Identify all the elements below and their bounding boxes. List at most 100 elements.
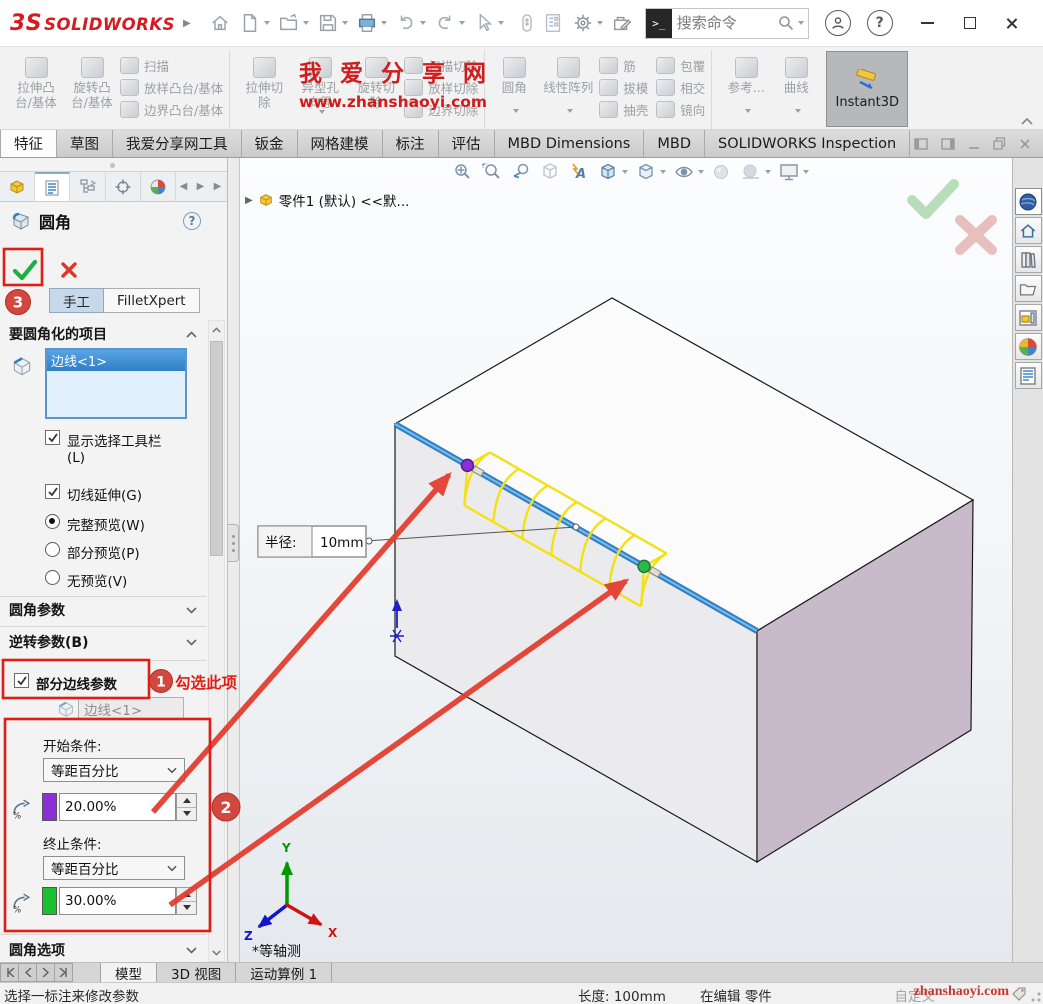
- save-dropdown-caret[interactable]: [342, 21, 348, 25]
- panel-width-splitter[interactable]: [0, 158, 227, 172]
- view-orientation-button[interactable]: [597, 161, 628, 183]
- checkbox-checked-icon[interactable]: [45, 484, 60, 499]
- selected-edge-item[interactable]: 边线<1>: [47, 350, 185, 371]
- items-to-fillet-header[interactable]: 要圆角化的项目: [0, 322, 206, 346]
- view-orientation-caret[interactable]: [622, 170, 628, 174]
- model-scene[interactable]: 半径: 10mm Y Z X *等轴测: [240, 158, 1012, 962]
- undo-button[interactable]: [393, 10, 428, 36]
- zoom-fit-button[interactable]: [452, 161, 474, 183]
- ribbon-collapse-button[interactable]: [1021, 117, 1033, 125]
- end-percent-marker[interactable]: [638, 560, 650, 572]
- toolbox-button[interactable]: [609, 10, 635, 36]
- cancel-button[interactable]: [60, 261, 78, 279]
- reference-caret[interactable]: [745, 109, 751, 113]
- panel-scrollbar[interactable]: [208, 320, 225, 962]
- close-button[interactable]: [991, 2, 1033, 44]
- hole-wizard-caret[interactable]: [319, 110, 325, 114]
- spinner-down-icon[interactable]: [177, 902, 196, 915]
- fillet-caret[interactable]: [513, 109, 519, 113]
- shell-button[interactable]: 抽壳: [599, 100, 648, 119]
- redo-dropdown-caret[interactable]: [459, 21, 465, 25]
- options-button[interactable]: [570, 10, 605, 36]
- linear-pattern-caret[interactable]: [567, 109, 573, 113]
- sweep-cut-button[interactable]: 扫描切除: [404, 56, 478, 75]
- confirm-ok-icon[interactable]: [912, 184, 954, 214]
- pane-close-icon[interactable]: [1019, 138, 1031, 150]
- linear-pattern-button[interactable]: 线性阵列: [537, 51, 599, 113]
- hide-show-items-button[interactable]: [673, 161, 704, 183]
- curves-button[interactable]: 曲线: [774, 51, 818, 113]
- rib-button[interactable]: 筋: [599, 56, 648, 75]
- resize-grip[interactable]: [1031, 992, 1041, 1002]
- home-button[interactable]: [207, 10, 233, 36]
- feature-tree-flyout[interactable]: ▶ 零件1 (默认) <<默...: [245, 190, 409, 210]
- search-icon[interactable]: [777, 14, 795, 32]
- curves-caret[interactable]: [795, 109, 801, 113]
- hole-wizard-button[interactable]: 异型孔 向导: [292, 51, 348, 114]
- fillet-items-listbox[interactable]: 边线<1>: [45, 348, 187, 419]
- home-tab[interactable]: [1015, 217, 1042, 244]
- panel-viewport-splitter[interactable]: [228, 158, 240, 962]
- radio-icon[interactable]: [45, 542, 60, 557]
- part-name-label[interactable]: 零件1 (默认) <<默...: [279, 190, 410, 210]
- display-style-button[interactable]: [635, 161, 666, 183]
- save-button[interactable]: [315, 10, 350, 36]
- checkbox-checked-icon[interactable]: [14, 673, 29, 688]
- file-explorer-tab[interactable]: [1015, 275, 1042, 302]
- partial-preview-option[interactable]: 部分预览(P): [45, 542, 140, 562]
- expand-chevron-icon[interactable]: [186, 607, 197, 614]
- dock-right-icon[interactable]: [941, 138, 955, 150]
- checkbox-checked-icon[interactable]: [45, 430, 60, 445]
- intersect-button[interactable]: 相交: [656, 78, 705, 97]
- mouse-gestures-button[interactable]: [518, 10, 536, 36]
- property-tab-builder-button[interactable]: [540, 10, 566, 36]
- new-document-button[interactable]: [237, 10, 272, 36]
- reference-geometry-button[interactable]: 参考...: [718, 51, 774, 113]
- scrollbar-thumb[interactable]: [210, 341, 223, 556]
- dock-left-icon[interactable]: [914, 138, 928, 150]
- spinner-down-icon[interactable]: [177, 808, 196, 821]
- print-dropdown-caret[interactable]: [381, 21, 387, 25]
- help-icon[interactable]: ?: [183, 212, 201, 230]
- model-tab[interactable]: 模型: [100, 963, 157, 982]
- tab-scroll-first[interactable]: [0, 963, 19, 982]
- view-settings-caret[interactable]: [803, 170, 809, 174]
- mirror-button[interactable]: 镜向: [656, 100, 705, 119]
- resources-tab[interactable]: [1015, 188, 1042, 215]
- search-dropdown-caret[interactable]: [798, 21, 804, 25]
- tab-mbd-dimensions[interactable]: MBD Dimensions: [495, 130, 645, 157]
- tab-markup[interactable]: 标注: [383, 130, 439, 157]
- start-percent-input[interactable]: [59, 793, 176, 821]
- zoom-area-button[interactable]: [481, 161, 503, 183]
- fillet-options-header[interactable]: 圆角选项: [0, 938, 206, 962]
- tab-mbd[interactable]: MBD: [644, 130, 705, 157]
- minimize-button[interactable]: [907, 2, 949, 44]
- model-box[interactable]: [395, 298, 973, 862]
- end-condition-dropdown[interactable]: 等距百分比: [43, 856, 185, 880]
- pm-tabs-overflow[interactable]: ▶: [210, 181, 225, 192]
- display-style-caret[interactable]: [660, 170, 666, 174]
- view-settings-button[interactable]: [778, 161, 809, 183]
- full-preview-option[interactable]: 完整预览(W): [45, 514, 145, 534]
- tangent-propagation-option[interactable]: 切线延伸(G): [45, 484, 142, 504]
- filletxpert-mode-tab[interactable]: FilletXpert: [104, 288, 200, 313]
- edit-appearance-button[interactable]: [711, 161, 733, 183]
- pm-tabs-scroll-left[interactable]: ◀: [176, 181, 191, 192]
- pane-restore-icon[interactable]: [993, 137, 1006, 150]
- start-condition-dropdown[interactable]: 等距百分比: [43, 758, 185, 782]
- show-selection-toolbar-option[interactable]: 显示选择工具栏 (L): [45, 430, 162, 466]
- logo-flyout-arrow[interactable]: ▶: [183, 18, 191, 29]
- print-button[interactable]: [354, 10, 389, 36]
- open-button[interactable]: [276, 10, 311, 36]
- splitter-grip[interactable]: [228, 524, 239, 562]
- view-palette-tab[interactable]: [1015, 304, 1042, 331]
- radio-selected-icon[interactable]: [45, 514, 60, 529]
- spinner-up-icon[interactable]: [177, 794, 196, 808]
- boundary-button[interactable]: 边界凸台/基体: [120, 100, 223, 119]
- boundary-cut-button[interactable]: 边界切除: [404, 100, 478, 119]
- radius-value[interactable]: 10mm: [320, 535, 363, 551]
- select-button[interactable]: [471, 10, 506, 36]
- redo-button[interactable]: [432, 10, 467, 36]
- end-percent-spinner[interactable]: [176, 887, 197, 915]
- tab-scroll-right[interactable]: [36, 963, 55, 982]
